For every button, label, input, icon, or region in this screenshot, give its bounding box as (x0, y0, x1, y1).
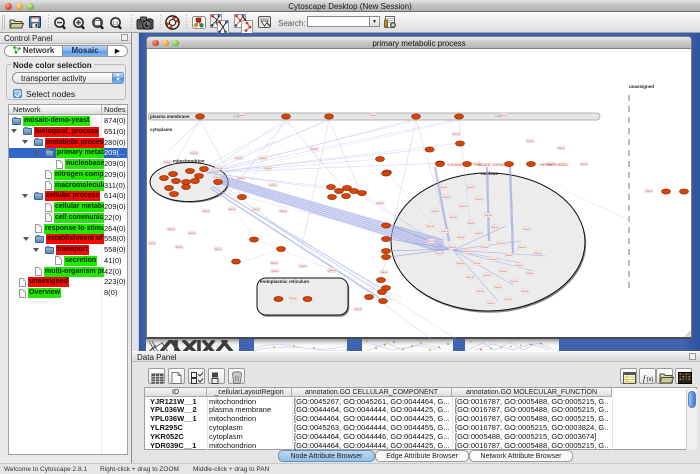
svg-text:Gene: Gene (524, 227, 531, 231)
svg-text:Gene: Gene (427, 224, 434, 228)
svg-text:Gene: Gene (377, 201, 384, 205)
svg-text:plasma membrane: plasma membrane (150, 114, 190, 119)
svg-text:Gene: Gene (558, 146, 565, 150)
svg-text:Gene: Gene (280, 209, 287, 213)
svg-text:Y-nn: Y-nn (495, 115, 502, 119)
svg-text:Gene: Gene (495, 285, 502, 289)
svg-text:Y-nn: Y-nn (233, 115, 240, 119)
svg-text:Gene: Gene (535, 251, 542, 255)
svg-text:Gene: Gene (265, 166, 272, 170)
svg-text:Gene: Gene (453, 132, 460, 136)
svg-text:Gene: Gene (468, 221, 475, 225)
svg-text:Gene: Gene (482, 245, 489, 249)
svg-text:Gene: Gene (272, 269, 279, 273)
svg-text:Gene: Gene (290, 296, 297, 300)
svg-text:Gene: Gene (476, 231, 483, 235)
svg-text:Gene: Gene (203, 209, 210, 213)
svg-text:(x): (x) (646, 377, 653, 383)
svg-text:Gene: Gene (355, 307, 362, 311)
svg-text:Gene: Gene (444, 195, 451, 199)
svg-text:Gene: Gene (428, 239, 435, 243)
svg-text:cytoplasm: cytoplasm (150, 127, 172, 132)
svg-text:endoplasmic reticulum: endoplasmic reticulum (260, 279, 309, 284)
svg-text:Gene: Gene (442, 229, 449, 233)
svg-text:Gene: Gene (581, 162, 588, 166)
svg-text:Gene: Gene (646, 189, 653, 193)
svg-text:Gene: Gene (440, 185, 447, 189)
svg-text:Gene: Gene (458, 235, 465, 239)
svg-text:Gene: Gene (500, 269, 507, 273)
svg-text:Gene: Gene (381, 270, 388, 274)
svg-text:Gene: Gene (476, 197, 483, 201)
svg-text:Gene: Gene (485, 213, 492, 217)
svg-text:mitochondrion: mitochondrion (173, 159, 205, 164)
svg-text:Gene: Gene (191, 151, 198, 155)
svg-text:Gene: Gene (311, 147, 318, 151)
svg-text:Gene: Gene (239, 113, 246, 117)
svg-text:Gene: Gene (436, 251, 443, 255)
svg-text:Gene: Gene (460, 204, 467, 208)
svg-text:Gene: Gene (511, 279, 518, 283)
svg-text:Gene: Gene (214, 175, 221, 179)
svg-text:Gene: Gene (465, 249, 472, 253)
svg-text:Gene: Gene (522, 289, 529, 293)
svg-text:Gene: Gene (498, 241, 505, 245)
svg-text:Gene: Gene (467, 275, 474, 279)
svg-text:Gene: Gene (488, 301, 495, 305)
svg-text:1:1: 1:1 (112, 21, 119, 26)
svg-text:Gene: Gene (270, 183, 277, 187)
svg-text:Gene: Gene (506, 253, 513, 257)
svg-text:Gene: Gene (229, 207, 236, 211)
svg-text:Gene: Gene (450, 215, 457, 219)
svg-text:Gene: Gene (236, 156, 243, 160)
svg-text:Gene: Gene (432, 209, 439, 213)
svg-text:Gene: Gene (370, 113, 377, 117)
svg-text:Gene: Gene (474, 261, 481, 265)
svg-text:Gene: Gene (449, 245, 456, 249)
svg-text:Gene: Gene (176, 245, 183, 249)
svg-text:Gene: Gene (527, 139, 534, 143)
svg-text:Gene: Gene (505, 297, 512, 301)
svg-text:YLR081W: YLR081W (447, 163, 462, 167)
svg-text:Gene: Gene (215, 247, 222, 251)
svg-text:nucleus: nucleus (481, 171, 499, 176)
svg-text:Gene: Gene (330, 268, 337, 272)
svg-text:Gene: Gene (477, 289, 484, 293)
svg-text:Gene: Gene (492, 225, 499, 229)
svg-text:Gene: Gene (527, 271, 534, 275)
svg-text:Gene: Gene (468, 185, 475, 189)
svg-text:Gene: Gene (457, 261, 464, 265)
svg-text:Gene: Gene (271, 261, 278, 265)
svg-text:YHR094C YHR092C: YHR094C YHR092C (539, 163, 569, 167)
svg-text:Gene: Gene (260, 156, 267, 160)
svg-text:Gene: Gene (300, 264, 307, 268)
svg-text:Gene: Gene (216, 166, 223, 170)
svg-text:YDR343C YDR342C: YDR343C YDR342C (477, 163, 507, 167)
svg-text:Gene: Gene (519, 245, 526, 249)
svg-text:unassigned: unassigned (629, 84, 654, 89)
svg-text:Gene: Gene (189, 231, 196, 235)
svg-text:Gene: Gene (490, 257, 497, 261)
svg-text:Gene: Gene (164, 160, 171, 164)
svg-text:Gene: Gene (149, 241, 156, 245)
svg-text:Gene: Gene (168, 227, 175, 231)
svg-text:Gene: Gene (516, 263, 523, 267)
svg-text:Gene: Gene (238, 176, 245, 180)
svg-text:Gene: Gene (484, 273, 491, 277)
svg-text:Gene: Gene (253, 207, 260, 211)
